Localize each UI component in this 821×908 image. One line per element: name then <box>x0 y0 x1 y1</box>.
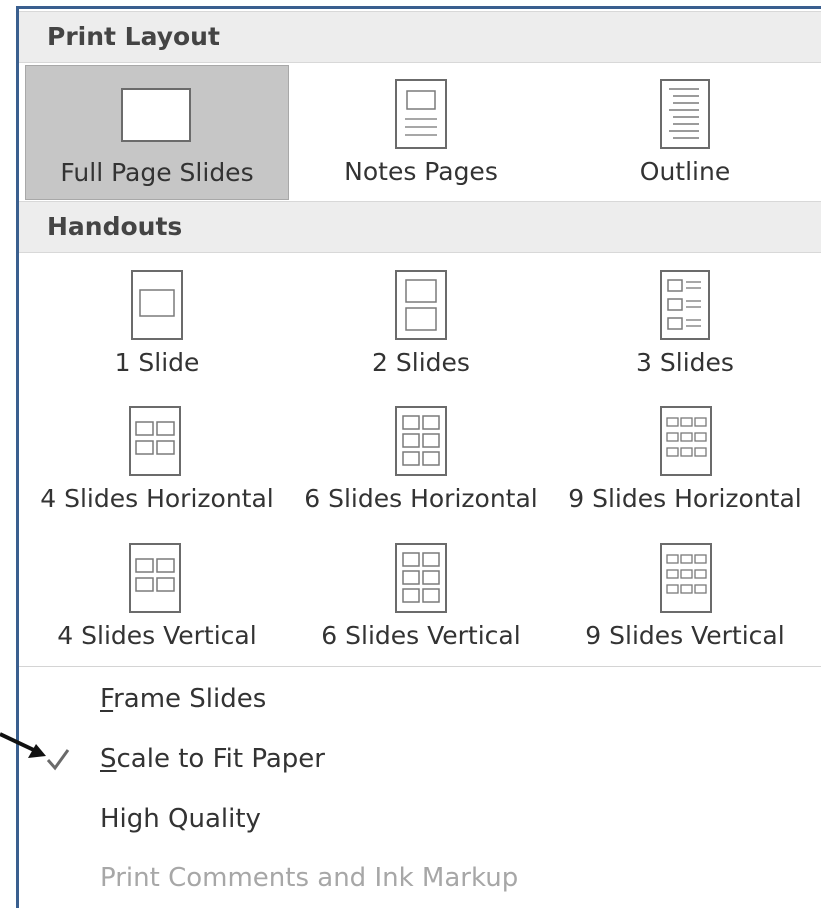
arrow-icon <box>0 732 46 758</box>
handout-2-slides-label: 2 Slides <box>372 348 470 377</box>
handout-4-horizontal-option[interactable]: 4 Slides Horizontal <box>25 398 289 528</box>
handout-9-vertical-label: 9 Slides Vertical <box>585 621 785 650</box>
print-comments-label: Print Comments and Ink Markup <box>100 863 519 893</box>
handout-9-horizontal-icon <box>660 406 712 476</box>
notes-page-icon <box>395 79 447 149</box>
outline-icon <box>660 79 710 149</box>
full-page-slides-label: Full Page Slides <box>60 158 254 187</box>
handout-6-vertical-icon <box>395 543 447 613</box>
handout-9-horizontal-option[interactable]: 9 Slides Horizontal <box>553 398 817 528</box>
handout-4-horizontal-icon <box>129 406 181 476</box>
handout-9-vertical-option[interactable]: 9 Slides Vertical <box>553 535 817 665</box>
high-quality-label: High Quality <box>100 804 261 834</box>
check-icon <box>46 749 70 771</box>
frame-slides-option[interactable]: Frame Slides <box>100 682 266 716</box>
handout-3-slides-icon <box>660 270 710 340</box>
handout-2-slides-icon <box>395 270 447 340</box>
handout-6-vertical-label: 6 Slides Vertical <box>321 621 521 650</box>
menu-divider <box>19 666 821 667</box>
handout-4-vertical-label: 4 Slides Vertical <box>57 621 257 650</box>
handout-4-vertical-icon <box>129 543 181 613</box>
handout-1-slide-option[interactable]: 1 Slide <box>25 262 289 387</box>
handout-6-vertical-option[interactable]: 6 Slides Vertical <box>289 535 553 665</box>
handout-9-horizontal-label: 9 Slides Horizontal <box>568 484 802 513</box>
handout-1-slide-icon <box>131 270 183 340</box>
outline-option[interactable]: Outline <box>553 65 817 200</box>
handout-2-slides-option[interactable]: 2 Slides <box>289 262 553 387</box>
frame-slides-label: rame Slides <box>113 684 267 714</box>
full-page-slides-option[interactable]: Full Page Slides <box>25 65 289 200</box>
high-quality-option[interactable]: High Quality <box>100 802 261 836</box>
notes-pages-option[interactable]: Notes Pages <box>289 65 553 200</box>
scale-to-fit-paper-label: cale to Fit Paper <box>116 744 325 774</box>
outline-label: Outline <box>639 157 731 186</box>
print-comments-option: Print Comments and Ink Markup <box>100 861 518 895</box>
handout-3-slides-option[interactable]: 3 Slides <box>553 262 817 387</box>
handouts-header: Handouts <box>19 201 821 253</box>
handout-6-horizontal-label: 6 Slides Horizontal <box>304 484 538 513</box>
full-page-slide-icon <box>121 88 191 142</box>
handout-6-horizontal-icon <box>395 406 447 476</box>
handout-1-slide-label: 1 Slide <box>114 348 200 377</box>
handout-3-slides-label: 3 Slides <box>636 348 734 377</box>
handout-4-vertical-option[interactable]: 4 Slides Vertical <box>25 535 289 665</box>
frame-slides-access-key: F <box>100 684 114 714</box>
scale-to-fit-paper-option[interactable]: Scale to Fit Paper <box>100 742 325 776</box>
scale-to-fit-access-key: S <box>100 744 117 774</box>
print-layout-header: Print Layout <box>19 11 821 63</box>
handout-6-horizontal-option[interactable]: 6 Slides Horizontal <box>289 398 553 528</box>
handout-4-horizontal-label: 4 Slides Horizontal <box>40 484 274 513</box>
notes-pages-label: Notes Pages <box>344 157 498 186</box>
handout-9-vertical-icon <box>660 543 712 613</box>
